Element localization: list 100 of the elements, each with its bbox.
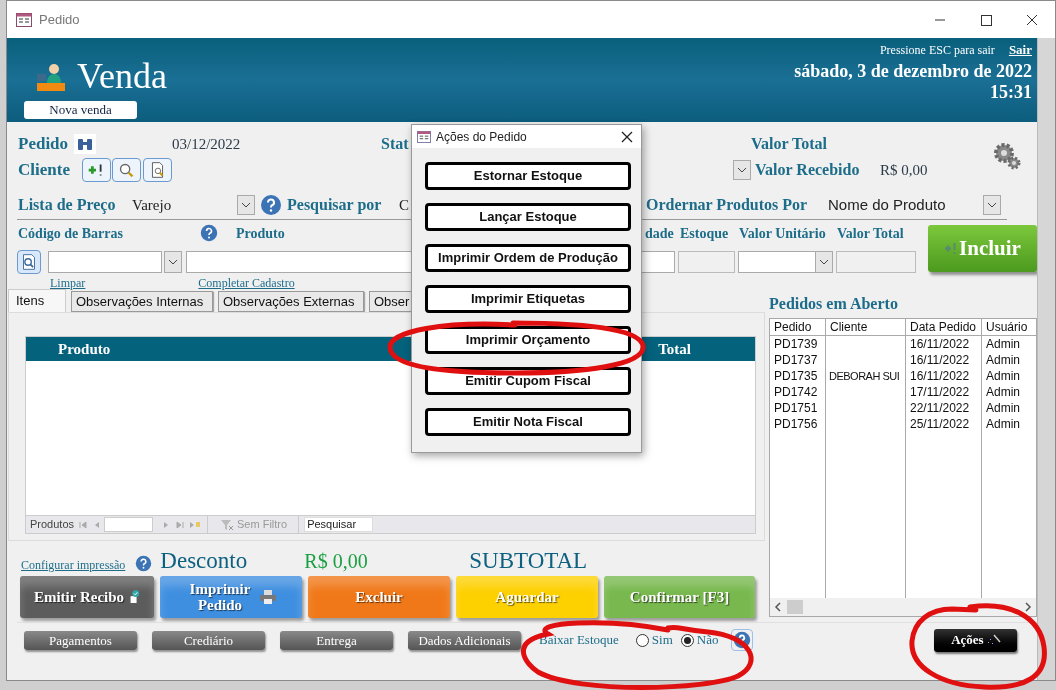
table-cell-text: 16/11/2022 <box>909 368 971 384</box>
radio-option[interactable]: Sim <box>635 630 673 650</box>
add-icon <box>944 242 958 255</box>
scroll-left-icon[interactable] <box>774 602 782 612</box>
horizontal-scrollbar[interactable] <box>770 598 1036 616</box>
search-client-icon[interactable] <box>112 158 141 182</box>
filter-icon[interactable] <box>220 518 235 531</box>
dropdown-button[interactable] <box>237 195 255 215</box>
product-label: Produto <box>236 225 285 241</box>
stock-field[interactable] <box>678 251 735 273</box>
table-cell-text: PD1751 <box>773 400 819 416</box>
table-cell-text: PD1739 <box>773 336 819 352</box>
dialog-button[interactable]: Imprimir Ordem de Produção <box>425 244 631 272</box>
secondary-button[interactable]: Dados Adicionais <box>408 630 521 650</box>
tab[interactable]: Observações Internas <box>71 291 213 312</box>
dialog-title: Ações do Pedido <box>436 128 527 146</box>
order-date: 03/12/2022 <box>172 136 241 152</box>
price-list-value: Varejo <box>132 197 172 213</box>
stock-label: Estoque <box>680 225 729 241</box>
search-field[interactable]: Pesquisar <box>304 517 374 532</box>
open-orders-title: Pedidos em Aberto <box>769 294 899 314</box>
view-client-icon[interactable] <box>143 158 172 182</box>
price-list-label: Lista de Preço <box>18 196 116 213</box>
secondary-button[interactable]: Pagamentos <box>24 630 137 650</box>
table-cell-text: Admin <box>985 368 1021 384</box>
scrollbar-thumb[interactable] <box>787 600 803 614</box>
form-icon <box>417 130 431 143</box>
client-label: Cliente <box>18 160 70 180</box>
record-number-field[interactable] <box>104 517 154 532</box>
table-cell-text: Admin <box>985 352 1021 368</box>
dialog-button[interactable]: Lançar Estoque <box>425 203 631 231</box>
unit-price-field[interactable] <box>738 251 833 273</box>
settings-icon[interactable] <box>992 141 1022 171</box>
exit-link[interactable]: Sair <box>1008 40 1032 60</box>
filter-status: Sem Filtro <box>237 517 288 533</box>
table-cell-text: PD1737 <box>773 352 819 368</box>
clear-link[interactable]: Limpar <box>50 277 86 289</box>
table-cell-text: Admin <box>985 336 1021 352</box>
received-label: Valor Recebido <box>755 161 860 178</box>
table-cell-text: 16/11/2022 <box>909 352 971 368</box>
barcode-field[interactable] <box>48 251 162 273</box>
secondary-button[interactable]: Crediário <box>152 630 265 650</box>
scroll-right-icon[interactable] <box>1024 602 1032 612</box>
unit-price-label: Valor Unitário <box>739 225 826 241</box>
table-cell-text: Admin <box>985 400 1021 416</box>
search-icon[interactable] <box>17 250 41 274</box>
tab[interactable]: Itens <box>8 289 66 312</box>
window-title: Pedido <box>39 10 80 29</box>
table-cell-text: PD1742 <box>773 384 819 400</box>
column-header: Produto <box>58 339 111 359</box>
status-label: Stat <box>381 135 409 152</box>
table-cell-text: 17/11/2022 <box>909 384 971 400</box>
received-value: R$ 0,00 <box>880 162 928 178</box>
item-total-label: Valor Total <box>837 225 904 241</box>
actions-button[interactable]: Ações <box>934 628 1018 652</box>
action-button[interactable]: Imprimir Pedido <box>160 576 302 618</box>
printer-icon <box>259 589 277 605</box>
navigator-label: Produtos <box>30 517 75 533</box>
item-total-field[interactable] <box>836 251 916 273</box>
tab[interactable]: Obser <box>369 291 413 312</box>
sort-value: Nome do Produto <box>828 196 946 213</box>
dropdown-button[interactable] <box>733 160 751 180</box>
subtotal-label: SUBTOTAL <box>469 546 588 575</box>
chevron-down-icon <box>242 202 250 208</box>
barcode-label: Código de Barras <box>18 225 123 241</box>
table-cell-text: PD1735 <box>773 368 819 384</box>
chevron-down-icon <box>738 167 746 173</box>
column-header: Usuário <box>982 319 1036 336</box>
discount-label: Desconto <box>160 547 248 573</box>
dialog-button[interactable]: Imprimir Etiquetas <box>425 285 631 313</box>
dialog-button[interactable]: Imprimir Orçamento <box>425 326 631 354</box>
table-cell-text: 22/11/2022 <box>909 400 971 416</box>
add-client-icon[interactable] <box>82 158 111 182</box>
close-icon[interactable] <box>621 130 633 143</box>
help-icon[interactable] <box>260 194 282 216</box>
radio-option[interactable]: Não <box>680 630 719 650</box>
tab[interactable]: Observações Externas <box>218 291 364 312</box>
table-cell-text: 16/11/2022 <box>909 336 971 352</box>
print-settings-link[interactable]: Configurar impressão <box>21 556 126 574</box>
column-header: Data Pedido <box>906 319 981 336</box>
dialog-button[interactable]: Estornar Estoque <box>425 162 631 190</box>
search-by-label: Pesquisar por <box>287 196 382 213</box>
check-icon <box>128 589 141 605</box>
escape-hint: Pressione ESC para sair <box>879 41 995 59</box>
chevron-down-icon <box>820 259 828 265</box>
secondary-button[interactable]: Entrega <box>280 630 393 650</box>
wand-icon <box>986 634 1001 646</box>
table-cell-text: Admin <box>985 416 1021 432</box>
form-icon <box>16 12 32 27</box>
help-icon[interactable] <box>135 554 153 572</box>
action-button[interactable]: Emitir Recibo <box>20 576 154 618</box>
help-icon[interactable] <box>731 629 754 651</box>
table-cell-text: 25/11/2022 <box>909 416 971 432</box>
new-sale-button[interactable]: Nova venda <box>24 101 137 119</box>
dialog-button[interactable]: Emitir Nota Fiscal <box>425 408 631 436</box>
sort-label: Ordernar Produtos Por <box>646 196 808 213</box>
help-icon[interactable] <box>200 224 218 242</box>
complete-registration-link[interactable]: Completar Cadastro <box>198 277 295 289</box>
dropdown-button[interactable] <box>983 195 1001 215</box>
quantity-field[interactable] <box>640 251 675 273</box>
